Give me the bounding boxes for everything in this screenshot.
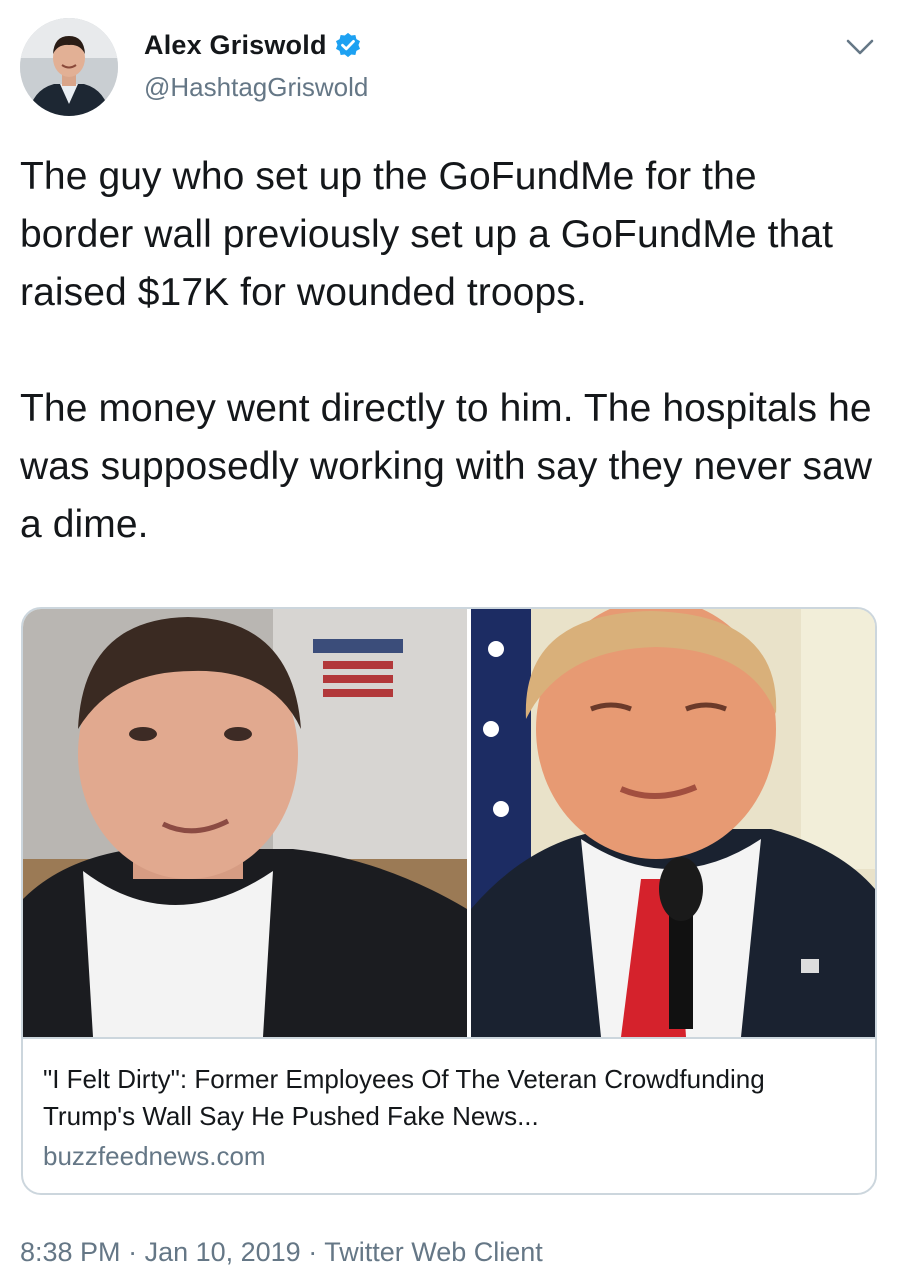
chevron-down-icon[interactable]	[844, 36, 876, 58]
verified-badge-icon	[335, 32, 360, 57]
card-title[interactable]: "I Felt Dirty": Former Employees Of The …	[43, 1061, 853, 1135]
card-image-right	[471, 609, 875, 1037]
author-display-name[interactable]: Alex Griswold	[144, 30, 327, 61]
meta-separator: ·	[300, 1237, 325, 1267]
tweet-time[interactable]: 8:38 PM	[20, 1237, 121, 1267]
meta-separator: ·	[120, 1237, 145, 1267]
card-image-area	[23, 609, 875, 1037]
trump-photo-icon	[471, 609, 875, 1037]
tweet-date[interactable]: Jan 10, 2019	[145, 1237, 301, 1267]
card-domain[interactable]: buzzfeednews.com	[43, 1141, 266, 1172]
tweet-client[interactable]: Twitter Web Client	[324, 1237, 543, 1267]
card-divider	[23, 1037, 875, 1039]
profile-photo-icon	[20, 18, 118, 116]
man-photo-icon	[23, 609, 467, 1037]
tweet-text: The guy who set up the GoFundMe for the …	[20, 155, 873, 546]
link-card[interactable]: "I Felt Dirty": Former Employees Of The …	[21, 607, 877, 1195]
author-handle[interactable]: @HashtagGriswold	[144, 72, 368, 103]
tweet-header: Alex Griswold @HashtagGriswold	[20, 16, 880, 120]
card-image-left	[23, 609, 467, 1037]
author-avatar[interactable]	[20, 18, 118, 116]
tweet-meta: 8:38 PM · Jan 10, 2019 · Twitter Web Cli…	[20, 1237, 543, 1268]
